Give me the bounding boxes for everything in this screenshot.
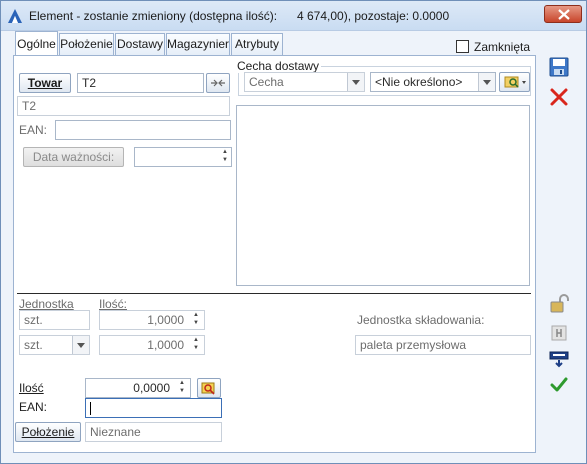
tab-polozenie[interactable]: Położenie	[59, 33, 114, 55]
save-button[interactable]	[547, 55, 571, 79]
location-button-label: Położenie	[21, 425, 75, 439]
ean-bottom-label: EAN:	[19, 400, 48, 414]
split-button	[547, 321, 571, 345]
cancel-button[interactable]	[547, 85, 571, 109]
split-icon	[551, 325, 567, 341]
checkmark-icon	[550, 377, 568, 392]
unlock-button	[547, 292, 571, 316]
close-button[interactable]	[544, 5, 582, 23]
cancel-x-icon	[550, 88, 568, 106]
transfer-icon	[549, 351, 569, 368]
chevron-down-icon	[72, 336, 89, 354]
padlock-icon	[550, 294, 569, 313]
transfer-button[interactable]	[547, 347, 571, 371]
tab-dostawy[interactable]: Dostawy	[115, 33, 165, 55]
location-field: Nieznane	[85, 422, 222, 442]
towar-button[interactable]: Towar	[19, 73, 71, 93]
storage-unit-field: paleta przemysłowa	[355, 335, 531, 355]
confirm-button[interactable]	[547, 373, 571, 397]
text-cursor	[90, 402, 91, 416]
close-icon	[558, 9, 570, 20]
zamknieta-checkbox[interactable]	[456, 40, 469, 53]
section-divider	[17, 293, 531, 294]
cecha-option-select[interactable]: <Nie określono>	[370, 72, 496, 92]
tab-magazynier[interactable]: Magazynier	[166, 33, 230, 55]
search-folder-icon	[504, 76, 526, 88]
unit-row1-field: szt.	[19, 310, 90, 330]
save-icon	[549, 57, 569, 77]
expiry-date-spinner[interactable]: ▲ ▼	[219, 148, 231, 164]
zamknieta-label: Zamknięta	[474, 40, 531, 54]
ean-top-label: EAN:	[19, 123, 48, 137]
ilosc-unit-label: Ilość:	[99, 297, 128, 311]
expiry-date-field[interactable]	[134, 147, 232, 167]
window-title: Element - zostanie zmieniony (dostępna i…	[29, 9, 278, 23]
cecha-dostawy-legend: Cecha dostawy	[235, 59, 322, 73]
expiry-date-button: Data ważności:	[23, 147, 124, 167]
storage-unit-label: Jednostka składowania:	[357, 313, 485, 327]
cecha-lookup-button[interactable]	[499, 72, 530, 92]
chevron-down-icon	[478, 73, 495, 91]
quantity-spinner[interactable]: ▲ ▼	[176, 379, 188, 395]
location-button[interactable]: Położenie	[15, 422, 81, 442]
window-title-amount: 4 674,00), pozostaje: 0.0000	[297, 9, 450, 23]
cecha-select-value: Cecha	[249, 75, 284, 89]
arrows-icon	[211, 79, 225, 87]
chevron-down-icon	[347, 73, 364, 91]
towar-lookup-button[interactable]	[206, 73, 230, 93]
jednostka-label: Jednostka	[19, 297, 74, 311]
tab-atrybuty[interactable]: Atrybuty	[231, 33, 283, 55]
tab-ogolne[interactable]: Ogólne	[15, 31, 58, 55]
dialog-window: Element - zostanie zmieniony (dostępna i…	[0, 0, 587, 464]
unit-row2-value: szt.	[24, 338, 43, 352]
quantity-calc-button[interactable]	[197, 378, 221, 398]
app-logo-icon	[8, 9, 22, 23]
qty-row1-spinner: ▲ ▼	[193, 312, 199, 326]
towar-name-field: T2	[17, 96, 230, 116]
ean-bottom-field[interactable]	[85, 398, 222, 418]
unit-row2-select: szt.	[19, 335, 90, 355]
qty-row2-spinner: ▲ ▼	[193, 337, 199, 351]
ean-top-field[interactable]	[55, 120, 231, 140]
cecha-option-value: <Nie określono>	[375, 75, 463, 89]
cecha-select: Cecha	[244, 72, 365, 92]
title-bar: Element - zostanie zmieniony (dostępna i…	[1, 1, 586, 31]
calculator-icon	[201, 382, 215, 395]
quantity-label: Ilość	[19, 381, 44, 395]
cecha-list[interactable]	[236, 105, 530, 286]
towar-code-field[interactable]: T2	[77, 73, 204, 93]
